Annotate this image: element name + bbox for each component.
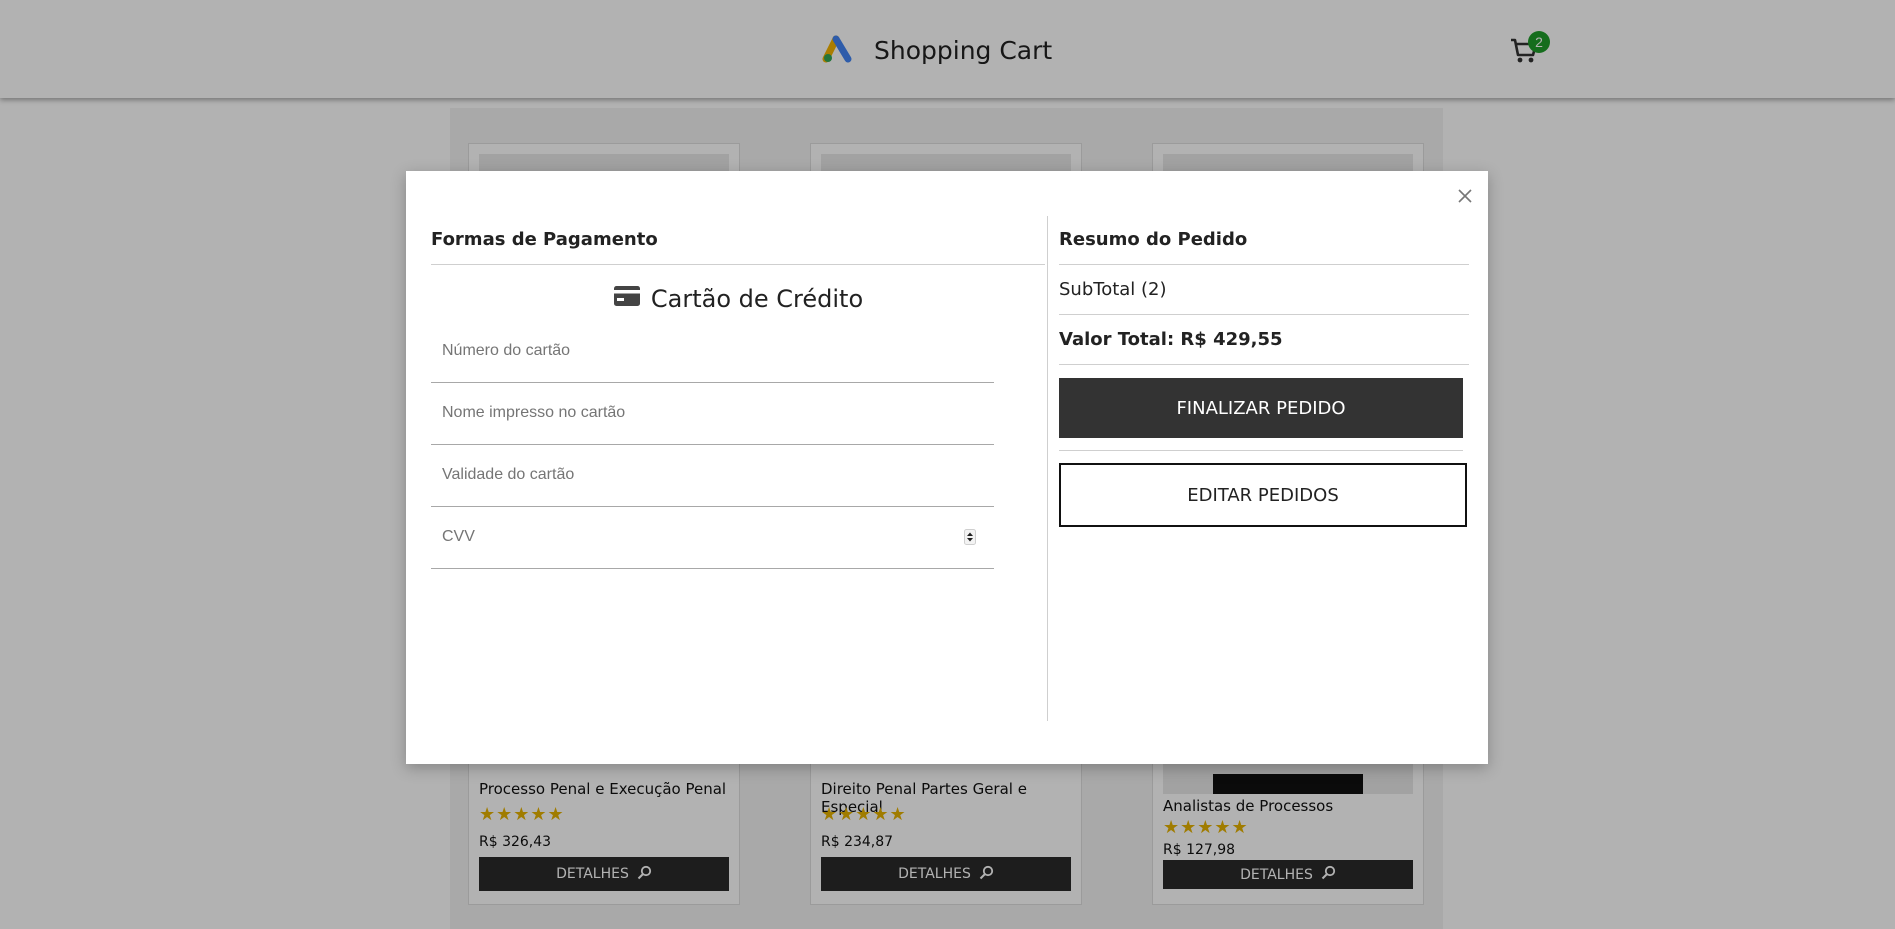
column-divider bbox=[1047, 216, 1048, 721]
close-button[interactable] bbox=[1454, 185, 1476, 207]
card-expiry-field bbox=[431, 445, 994, 507]
payment-title: Formas de Pagamento bbox=[431, 216, 1045, 265]
finalize-order-button[interactable]: FINALIZAR PEDIDO bbox=[1059, 378, 1463, 438]
number-spinner[interactable] bbox=[964, 529, 976, 545]
payment-method-heading: Cartão de Crédito bbox=[431, 281, 1045, 317]
checkout-modal: Formas de Pagamento Cartão de Crédito Nú… bbox=[406, 171, 1488, 764]
total-row: Valor Total: R$ 429,55 bbox=[1059, 315, 1469, 365]
order-summary-section: Resumo do Pedido SubTotal (2) Valor Tota… bbox=[1059, 216, 1469, 527]
close-icon bbox=[1454, 189, 1476, 211]
cvv-input[interactable] bbox=[431, 507, 994, 567]
payment-section: Formas de Pagamento Cartão de Crédito bbox=[431, 216, 1045, 569]
cvv-field bbox=[431, 507, 994, 569]
card-number-field bbox=[431, 321, 994, 383]
card-name-input[interactable] bbox=[431, 383, 994, 443]
subtotal-row: SubTotal (2) bbox=[1059, 265, 1469, 315]
credit-card-icon bbox=[613, 285, 641, 313]
summary-title: Resumo do Pedido bbox=[1059, 216, 1469, 265]
edit-orders-button[interactable]: EDITAR PEDIDOS bbox=[1059, 463, 1467, 527]
card-name-field bbox=[431, 383, 994, 445]
card-expiry-input[interactable] bbox=[431, 445, 994, 505]
payment-method-label: Cartão de Crédito bbox=[650, 285, 864, 313]
card-number-input[interactable] bbox=[431, 321, 994, 381]
divider bbox=[1059, 450, 1463, 451]
